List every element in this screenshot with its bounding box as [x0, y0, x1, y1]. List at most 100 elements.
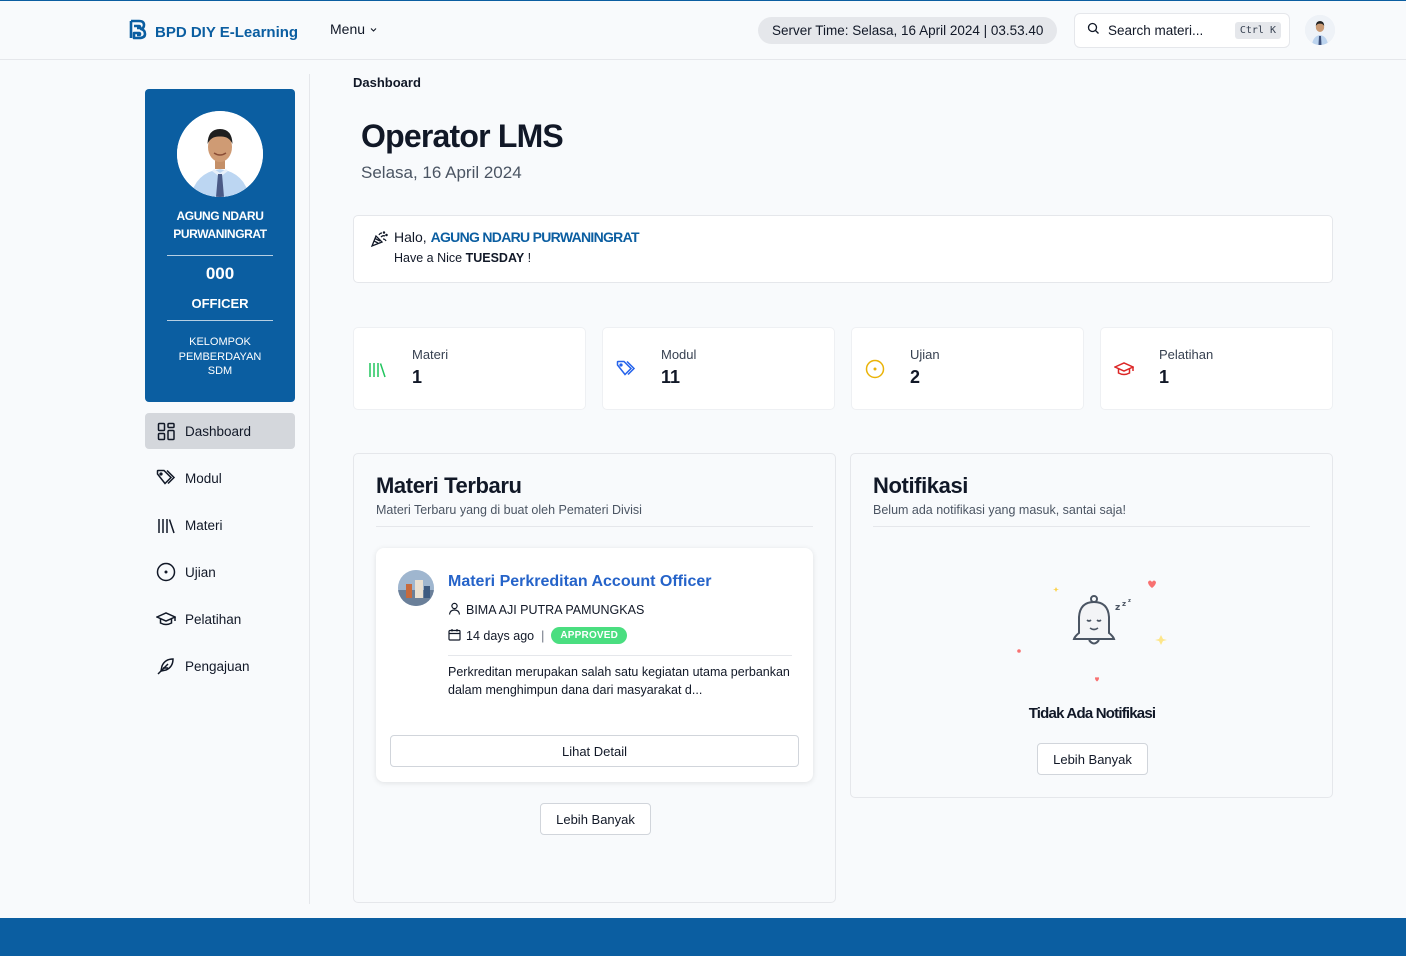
profile-group: KELOMPOK PEMBERDAYAN SDM [178, 336, 262, 377]
materi-description: Perkreditan merupakan salah satu kegiata… [448, 665, 790, 697]
search-box[interactable]: Search materi... Ctrl K [1074, 13, 1290, 48]
sidebar-item-materi[interactable]: Materi [145, 507, 295, 543]
sidebar-item-pelatihan[interactable]: Pelatihan [145, 601, 295, 637]
user-icon [448, 602, 461, 618]
stat-value: 1 [412, 367, 423, 387]
greeting-message: Have a Nice TUESDAY ! [394, 251, 531, 265]
feather-icon [156, 656, 176, 676]
sidebar-item-label: Pengajuan [185, 658, 250, 674]
sidebar-divider [309, 74, 310, 904]
materi-lebih-banyak-button[interactable]: Lebih Banyak [540, 803, 651, 835]
chevron-down-icon [369, 21, 378, 37]
dashboard-icon [156, 421, 176, 441]
stat-card-ujian[interactable]: Ujian 2 [851, 327, 1084, 410]
calendar-icon [448, 628, 461, 644]
greeting-prefix: Have a Nice [394, 251, 463, 265]
stat-label: Ujian [910, 347, 940, 362]
page-date: Selasa, 16 April 2024 [361, 163, 522, 182]
tags-icon [156, 468, 176, 488]
divider [167, 255, 273, 256]
svg-text:z: z [1122, 600, 1126, 608]
materi-meta: 14 days ago | APPROVED [448, 627, 628, 644]
panel-subtitle: Materi Terbaru yang di buat oleh Pemater… [376, 503, 642, 517]
greeting-line: Halo, AGUNG NDARU PURWANINGRAT [394, 229, 640, 245]
footer-bar [0, 918, 1406, 956]
notifikasi-panel: Notifikasi Belum ada notifikasi yang mas… [850, 453, 1333, 798]
profile-role: OFFICER [191, 296, 249, 311]
graduation-cap-icon [156, 609, 176, 629]
circle-dot-icon [156, 562, 176, 582]
divider [448, 655, 792, 656]
materi-time: 14 days ago [466, 628, 535, 643]
menu-label: Menu [330, 21, 366, 37]
sidebar-item-pengajuan[interactable]: Pengajuan [145, 648, 295, 684]
materi-terbaru-panel: Materi Terbaru Materi Terbaru yang di bu… [353, 453, 836, 903]
greeting-suffix: ! [527, 251, 532, 265]
profile-name: AGUNG NDARU PURWANINGRAT [173, 209, 267, 241]
sidebar-item-label: Materi [185, 517, 223, 533]
greeting-user-name: AGUNG NDARU PURWANINGRAT [430, 229, 640, 245]
stat-value: 2 [910, 367, 921, 387]
sidebar-item-label: Pelatihan [185, 611, 242, 627]
meta-separator: | [541, 628, 545, 643]
sleeping-bell-illustration: z z z [1011, 577, 1181, 692]
stat-label: Pelatihan [1159, 347, 1214, 362]
stats-row: Materi 1 Modul 11 Ujian 2 Pelatihan 1 [353, 327, 1333, 410]
materi-title-link[interactable]: Materi Perkreditan Account Officer [448, 573, 711, 591]
profile-card: AGUNG NDARU PURWANINGRAT 000 OFFICER KEL… [145, 89, 295, 402]
sidebar-item-label: Dashboard [185, 423, 252, 439]
svg-text:z: z [1128, 598, 1131, 604]
server-time-badge: Server Time: Selasa, 16 April 2024 | 03.… [758, 17, 1058, 44]
graduation-cap-icon [1113, 358, 1135, 380]
sidebar-item-dashboard[interactable]: Dashboard [145, 413, 295, 449]
sidebar-nav: Dashboard Modul Materi Ujian Pelatihan P… [145, 413, 295, 695]
sidebar-item-label: Modul [185, 470, 222, 486]
materi-card: Materi Perkreditan Account Officer BIMA … [376, 548, 813, 782]
stat-label: Materi [412, 347, 449, 362]
stat-card-modul[interactable]: Modul 11 [602, 327, 835, 410]
greeting-hello: Halo, [394, 229, 427, 245]
greeting-card: Halo, AGUNG NDARU PURWANINGRAT Have a Ni… [353, 215, 1333, 283]
materi-author-name: BIMA AJI PUTRA PAMUNGKAS [466, 603, 645, 617]
search-icon [1087, 22, 1100, 40]
bpd-logo-icon [129, 19, 148, 45]
top-navbar: BPD DIY E-Learning Menu Server Time: Sel… [0, 1, 1406, 60]
circle-dot-icon [864, 358, 886, 380]
breadcrumb: Dashboard [353, 75, 421, 90]
empty-state-title: Tidak Ada Notifikasi [1028, 705, 1156, 722]
divider [167, 320, 273, 321]
divider [873, 526, 1310, 527]
materi-author: BIMA AJI PUTRA PAMUNGKAS [448, 602, 644, 618]
panel-title: Materi Terbaru [376, 473, 522, 498]
sidebar-item-ujian[interactable]: Ujian [145, 554, 295, 590]
search-shortcut-hint: Ctrl K [1234, 22, 1281, 39]
profile-number: 000 [205, 264, 235, 283]
menu-dropdown-button[interactable]: Menu [330, 21, 378, 37]
materi-author-avatar [398, 570, 434, 606]
stat-value: 11 [661, 367, 681, 387]
stat-card-materi[interactable]: Materi 1 [353, 327, 586, 410]
status-badge: APPROVED [551, 627, 628, 644]
sidebar-item-label: Ujian [185, 564, 216, 580]
divider [376, 526, 813, 527]
stat-card-pelatihan[interactable]: Pelatihan 1 [1100, 327, 1333, 410]
brand-name: BPD DIY E-Learning [155, 23, 299, 41]
panel-title: Notifikasi [873, 473, 969, 498]
party-popper-icon [370, 230, 388, 253]
brand-logo[interactable]: BPD DIY E-Learning [129, 19, 298, 45]
search-input[interactable]: Search materi... [1108, 23, 1227, 38]
stat-value: 1 [1159, 367, 1170, 387]
notifikasi-lebih-banyak-button[interactable]: Lebih Banyak [1037, 743, 1148, 775]
user-avatar-button[interactable] [1305, 15, 1335, 45]
tags-icon [615, 358, 637, 380]
profile-photo [177, 111, 263, 197]
lihat-detail-button[interactable]: Lihat Detail [390, 735, 799, 767]
greeting-day: TUESDAY [465, 251, 525, 265]
svg-text:z: z [1115, 603, 1120, 613]
sidebar-item-modul[interactable]: Modul [145, 460, 295, 496]
stat-label: Modul [661, 347, 697, 362]
library-icon [156, 515, 176, 535]
page-title: Operator LMS [361, 118, 564, 154]
panel-subtitle: Belum ada notifikasi yang masuk, santai … [873, 503, 1126, 517]
library-icon [366, 358, 388, 380]
